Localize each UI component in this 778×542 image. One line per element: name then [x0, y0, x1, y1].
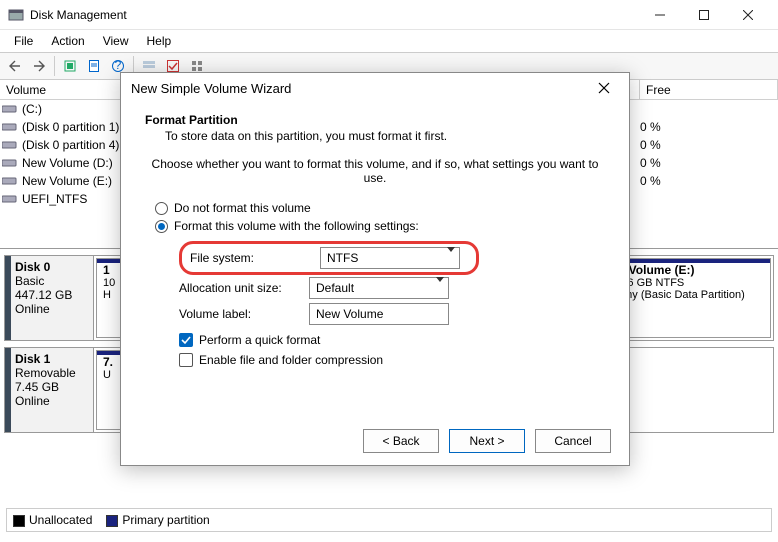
chevron-down-icon: [436, 282, 444, 296]
volume-icon: [2, 121, 18, 133]
volume-label-label: Volume label:: [179, 307, 309, 321]
disk-name: Disk 1: [15, 352, 87, 366]
svg-text:?: ?: [115, 59, 122, 72]
partition-title: 7.: [103, 355, 117, 369]
title-bar: Disk Management: [0, 0, 778, 30]
scan-button[interactable]: [59, 55, 81, 77]
quick-format-label: Perform a quick format: [199, 333, 320, 347]
legend-primary: Primary partition: [106, 513, 209, 527]
wizard-dialog: New Simple Volume Wizard Format Partitio…: [120, 72, 630, 466]
allocation-label: Allocation unit size:: [179, 281, 309, 295]
disk-type: Removable: [15, 366, 87, 380]
volume-icon: [2, 157, 18, 169]
window-title: Disk Management: [30, 8, 638, 22]
menu-view[interactable]: View: [95, 32, 137, 50]
disk-status: Online: [15, 302, 87, 316]
checkbox-icon: [179, 333, 193, 347]
menu-help[interactable]: Help: [139, 32, 180, 50]
menu-bar: File Action View Help: [0, 30, 778, 52]
back-button[interactable]: < Back: [363, 429, 439, 453]
file-system-highlight: File system: NTFS: [179, 241, 479, 275]
next-button[interactable]: Next >: [449, 429, 525, 453]
volume-icon: [2, 139, 18, 151]
radio-format-label: Format this volume with the following se…: [174, 219, 419, 233]
disk-status: Online: [15, 394, 87, 408]
radio-no-format-label: Do not format this volume: [174, 201, 311, 215]
dialog-title: New Simple Volume Wizard: [131, 81, 589, 96]
volume-label-input[interactable]: [309, 303, 449, 325]
disk-name: Disk 0: [15, 260, 87, 274]
dialog-subheading: To store data on this partition, you mus…: [165, 129, 605, 143]
radio-format[interactable]: Format this volume with the following se…: [155, 219, 605, 233]
column-free[interactable]: Free: [640, 80, 778, 100]
allocation-select[interactable]: Default: [309, 277, 449, 299]
quick-format-checkbox[interactable]: Perform a quick format: [179, 333, 605, 347]
toolbar-separator: [54, 56, 55, 76]
dialog-body: Format Partition To store data on this p…: [121, 103, 629, 367]
disk-size: 447.12 GB: [15, 288, 87, 302]
dialog-heading: Format Partition: [145, 113, 605, 127]
volume-icon: [2, 175, 18, 187]
dialog-close-button[interactable]: [589, 73, 619, 103]
volume-icon: [2, 193, 18, 205]
file-system-select[interactable]: NTFS: [320, 247, 460, 269]
volume-free: 0 %: [640, 120, 661, 134]
legend: Unallocated Primary partition: [6, 508, 772, 532]
close-button[interactable]: [726, 1, 770, 29]
disk-header[interactable]: Disk 0 Basic 447.12 GB Online: [4, 255, 94, 341]
menu-file[interactable]: File: [6, 32, 41, 50]
nav-forward-button[interactable]: [28, 55, 50, 77]
partition-info: U: [103, 369, 117, 381]
file-system-label: File system:: [190, 251, 320, 265]
partition-title: 1: [103, 263, 117, 277]
chevron-down-icon: [447, 252, 455, 266]
disk-header[interactable]: Disk 1 Removable 7.45 GB Online: [4, 347, 94, 433]
format-settings: File system: NTFS Allocation unit size: …: [179, 241, 605, 367]
compression-checkbox[interactable]: Enable file and folder compression: [179, 353, 605, 367]
partition-info: H: [103, 289, 117, 301]
allocation-value: Default: [316, 281, 354, 295]
legend-unallocated: Unallocated: [13, 513, 92, 527]
nav-back-button[interactable]: [4, 55, 26, 77]
radio-icon: [155, 202, 168, 215]
disk-type: Basic: [15, 274, 87, 288]
dialog-buttons: < Back Next > Cancel: [363, 429, 611, 453]
properties-button[interactable]: [83, 55, 105, 77]
menu-action[interactable]: Action: [43, 32, 92, 50]
disk-size: 7.45 GB: [15, 380, 87, 394]
compression-label: Enable file and folder compression: [199, 353, 383, 367]
minimize-button[interactable]: [638, 1, 682, 29]
maximize-button[interactable]: [682, 1, 726, 29]
volume-free: 0 %: [640, 156, 661, 170]
dialog-prompt: Choose whether you want to format this v…: [145, 157, 605, 185]
file-system-value: NTFS: [327, 251, 358, 265]
radio-no-format[interactable]: Do not format this volume: [155, 201, 605, 215]
dialog-titlebar: New Simple Volume Wizard: [121, 73, 629, 103]
volume-free: 0 %: [640, 138, 661, 152]
volume-icon: [2, 103, 18, 115]
partition-info: 10: [103, 277, 117, 289]
volume-free: 0 %: [640, 174, 661, 188]
checkbox-icon: [179, 353, 193, 367]
cancel-button[interactable]: Cancel: [535, 429, 611, 453]
app-icon: [8, 7, 24, 23]
radio-icon: [155, 220, 168, 233]
